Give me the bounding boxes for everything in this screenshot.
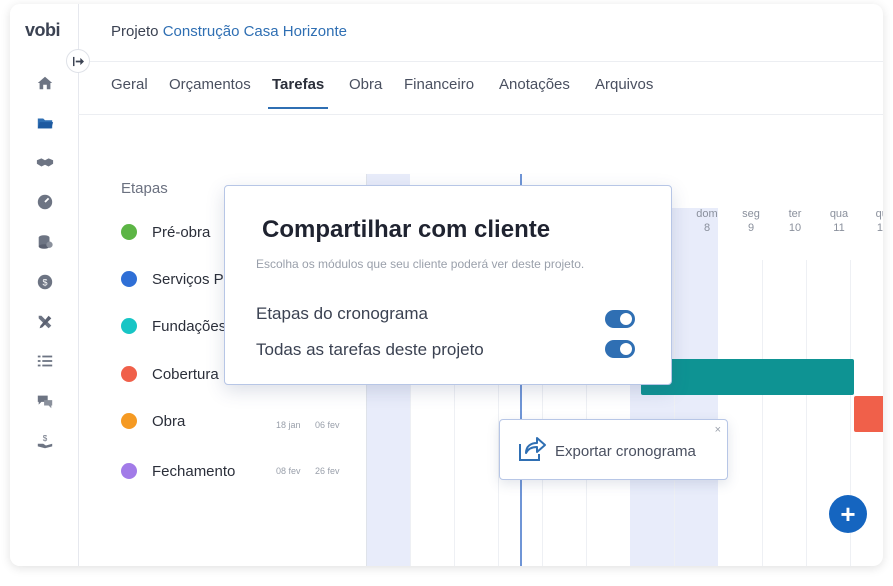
svg-text:$: $ xyxy=(43,434,48,443)
svg-text:$: $ xyxy=(42,278,47,288)
option-label: Etapas do cronograma xyxy=(256,304,428,323)
export-schedule-label: Exportar cronograma xyxy=(555,443,696,460)
stage-start-date: 08 fev xyxy=(276,466,301,476)
tab-geral[interactable]: Geral xyxy=(111,76,148,107)
gantt-bar[interactable] xyxy=(854,396,883,432)
tab-orcamentos[interactable]: Orçamentos xyxy=(169,76,251,107)
project-name-link[interactable]: Construção Casa Horizonte xyxy=(163,23,347,40)
chat-icon[interactable] xyxy=(34,390,56,412)
stage-name: Fundações xyxy=(152,317,227,335)
gauge-icon[interactable] xyxy=(34,191,56,213)
stage-color-dot xyxy=(121,413,137,429)
gantt-bar[interactable] xyxy=(641,359,854,395)
stage-color-dot xyxy=(121,318,137,334)
list-icon[interactable] xyxy=(34,350,56,372)
breadcrumb: Projeto Construção Casa Horizonte xyxy=(111,23,347,40)
tools-icon[interactable] xyxy=(34,311,56,333)
stage-name: Pré-obra xyxy=(152,223,211,241)
folder-icon[interactable] xyxy=(34,112,56,134)
stage-name: Serviços P xyxy=(152,270,224,288)
stage-item[interactable]: Obra xyxy=(121,411,185,431)
toggle-etapas[interactable] xyxy=(605,310,635,328)
stage-end-date: 06 fev xyxy=(315,420,340,430)
home-icon[interactable] xyxy=(34,72,56,94)
share-export-icon xyxy=(519,437,546,461)
tab-tarefas[interactable]: Tarefas xyxy=(268,76,329,109)
tab-bar: Geral Orçamentos Tarefas Obra Financeiro… xyxy=(78,62,883,115)
breadcrumb-label: Projeto xyxy=(111,23,159,40)
modal-subtitle: Escolha os módulos que seu cliente poder… xyxy=(256,257,585,271)
day-header: qui 12 xyxy=(875,208,883,234)
page-header: Projeto Construção Casa Horizonte xyxy=(78,4,883,62)
add-button[interactable]: + xyxy=(829,495,867,533)
coins-icon[interactable] xyxy=(34,231,56,253)
stage-color-dot xyxy=(121,366,137,382)
stage-end-date: 26 fev xyxy=(315,466,340,476)
stage-item[interactable]: Pré-obra xyxy=(121,222,210,242)
collapse-sidebar-button[interactable] xyxy=(66,49,90,73)
tab-obra[interactable]: Obra xyxy=(349,76,382,107)
stage-item[interactable]: Fundações xyxy=(121,316,226,336)
stage-item[interactable]: Fechamento xyxy=(121,461,235,481)
hand-money-icon[interactable]: $ xyxy=(34,430,56,452)
tab-anotacoes[interactable]: Anotações xyxy=(499,76,570,107)
close-icon[interactable]: × xyxy=(715,424,721,436)
stage-name: Cobertura xyxy=(152,365,219,383)
export-schedule-popup[interactable]: Exportar cronograma × xyxy=(499,419,728,480)
handshake-icon[interactable] xyxy=(34,151,56,173)
toggle-todas-tarefas[interactable] xyxy=(605,340,635,358)
stage-color-dot xyxy=(121,463,137,479)
stage-item[interactable]: Serviços P xyxy=(121,269,224,289)
arrow-right-icon xyxy=(72,56,84,66)
stage-color-dot xyxy=(121,224,137,240)
tab-arquivos[interactable]: Arquivos xyxy=(595,76,653,107)
stages-title: Etapas xyxy=(121,180,168,197)
option-label: Todas as tarefas deste projeto xyxy=(256,340,484,359)
day-header: ter 10 xyxy=(788,208,802,234)
day-header: dom 8 xyxy=(696,208,718,234)
stage-name: Fechamento xyxy=(152,462,236,480)
vobi-logo: vobi xyxy=(25,20,61,40)
day-header: seg 9 xyxy=(742,208,760,234)
tab-financeiro[interactable]: Financeiro xyxy=(404,76,474,107)
sidebar: vobi $ $ xyxy=(10,4,79,566)
dollar-icon[interactable]: $ xyxy=(34,271,56,293)
stage-start-date: 18 jan xyxy=(276,420,301,430)
share-with-client-modal: Compartilhar com cliente Escolha os módu… xyxy=(224,185,672,385)
day-header: qua 11 xyxy=(829,208,849,234)
stage-name: Obra xyxy=(152,412,186,430)
stage-color-dot xyxy=(121,271,137,287)
modal-title: Compartilhar com cliente xyxy=(262,216,551,243)
stage-item[interactable]: Cobertura xyxy=(121,364,219,384)
